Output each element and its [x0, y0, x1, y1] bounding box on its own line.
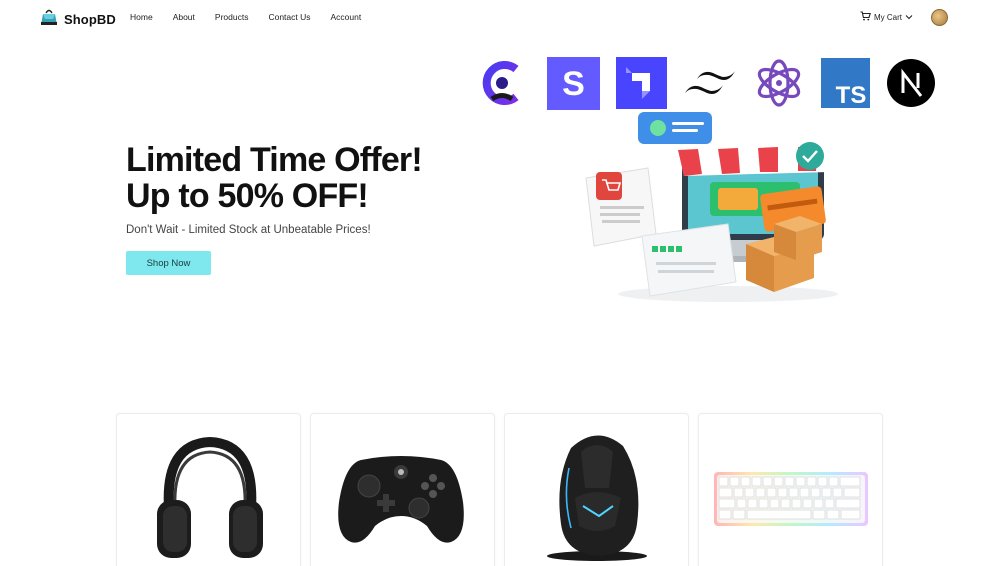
chevron-down-icon	[905, 13, 913, 22]
avatar[interactable]	[931, 9, 948, 26]
redux-icon	[752, 58, 806, 113]
hero-title: Limited Time Offer! Up to 50% OFF!	[126, 141, 423, 215]
gaming-mouse-icon	[541, 428, 651, 566]
product-card[interactable]	[310, 413, 495, 566]
brand[interactable]: ShopBD	[40, 8, 116, 31]
navbar: ShopBD Home About Products Contact Us Ac…	[0, 0, 993, 34]
invoice-document-icon	[641, 223, 737, 297]
nav-link-contact-us[interactable]: Contact Us	[268, 12, 310, 22]
online-shop-illustration	[578, 106, 853, 306]
product-card[interactable]	[116, 413, 301, 566]
cart-button[interactable]: My Cart	[860, 11, 913, 23]
svg-text:S: S	[562, 65, 585, 103]
hero-title-line-1: Limited Time Offer!	[126, 141, 423, 179]
product-card[interactable]	[504, 413, 689, 566]
chat-bubble-icon	[638, 112, 712, 144]
shopping-bag-logo-icon	[40, 8, 58, 31]
game-controller-icon	[335, 450, 467, 551]
hero-title-line-2: Up to 50% OFF!	[126, 177, 369, 215]
headphones-icon	[155, 430, 265, 565]
tailwind-icon	[683, 65, 738, 108]
receipt-icon	[585, 167, 657, 247]
cart-label: My Cart	[874, 12, 902, 22]
svg-text:TS: TS	[836, 82, 867, 108]
nav-links: Home About Products Contact Us Account	[130, 12, 381, 22]
tech-logos: S TS	[478, 57, 948, 111]
clerk-icon	[480, 59, 524, 112]
nav-link-products[interactable]: Products	[215, 12, 249, 22]
brand-name: ShopBD	[64, 12, 116, 27]
nav-link-account[interactable]: Account	[331, 12, 362, 22]
rgb-keyboard-icon	[713, 468, 869, 533]
nav-link-home[interactable]: Home	[130, 12, 153, 22]
page: ShopBD Home About Products Contact Us Ac…	[0, 0, 993, 566]
nextjs-icon	[886, 58, 936, 113]
nav-link-about[interactable]: About	[173, 12, 195, 22]
typescript-icon: TS	[821, 58, 870, 113]
cart-icon	[860, 11, 871, 23]
hero-subtitle: Don't Wait - Limited Stock at Unbeatable…	[126, 224, 371, 236]
shop-now-button[interactable]: Shop Now	[126, 251, 211, 275]
product-card[interactable]	[698, 413, 883, 566]
check-badge-icon	[796, 142, 824, 170]
